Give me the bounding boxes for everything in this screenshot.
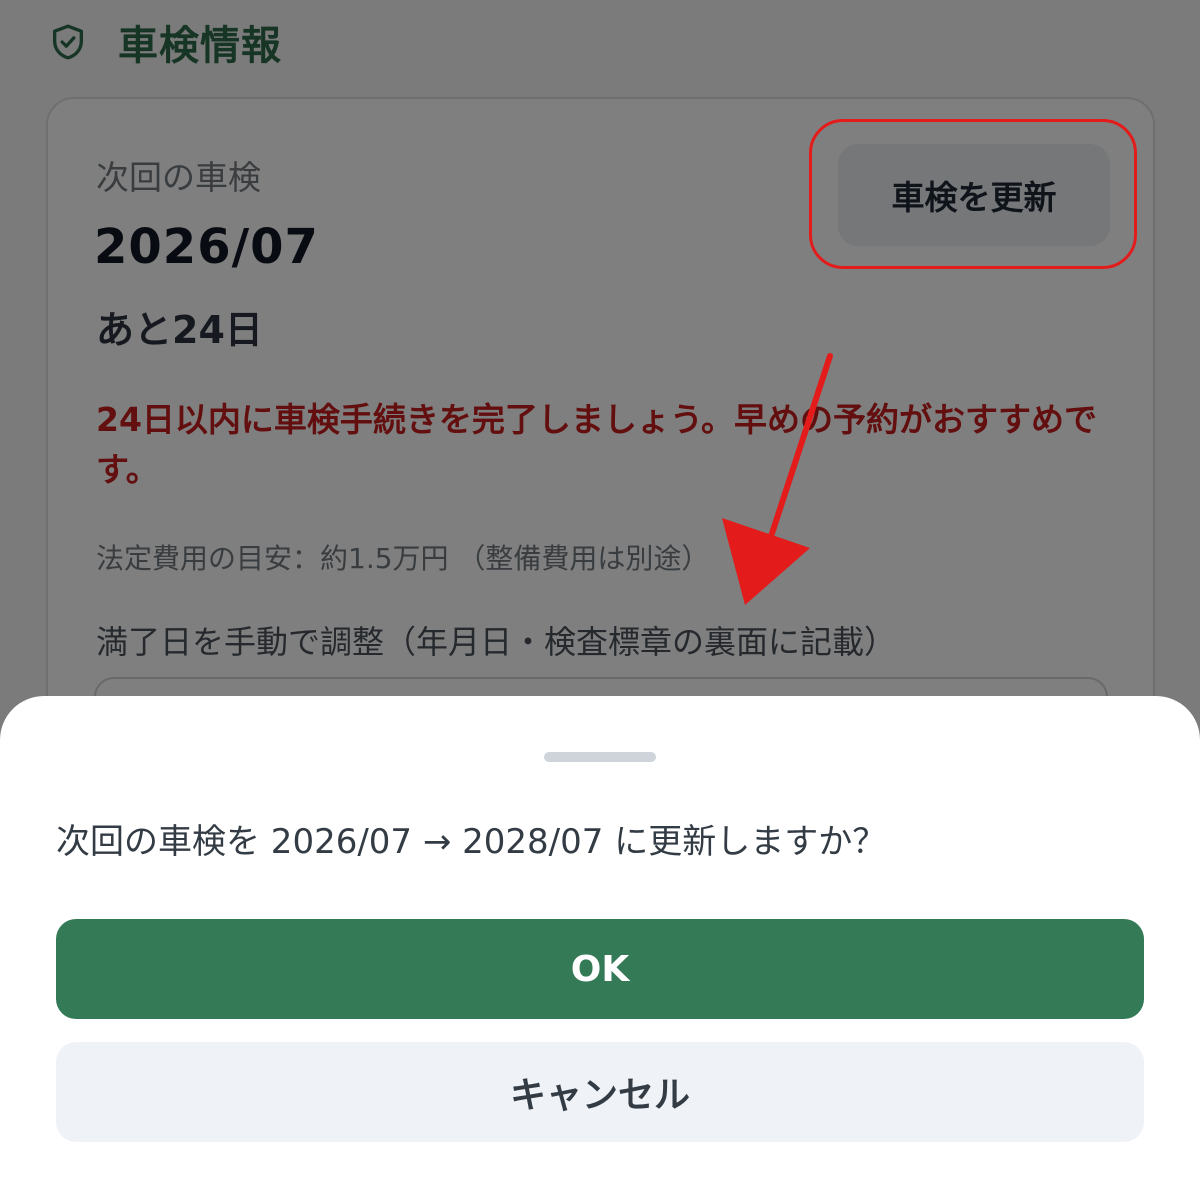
- ok-button[interactable]: OK: [56, 919, 1144, 1019]
- screen: 車検情報 次回の車検 2026/07 あと24日 24日以内に車検手続きを完了し…: [0, 0, 1200, 1199]
- confirm-bottom-sheet: 次回の車検を 2026/07 → 2028/07 に更新しますか？ OK キャン…: [0, 696, 1200, 1199]
- annotation-highlight-box: [809, 119, 1137, 269]
- confirm-message: 次回の車検を 2026/07 → 2028/07 に更新しますか？: [56, 822, 887, 862]
- sheet-grabber-handle[interactable]: [544, 752, 656, 762]
- cancel-button[interactable]: キャンセル: [56, 1042, 1144, 1142]
